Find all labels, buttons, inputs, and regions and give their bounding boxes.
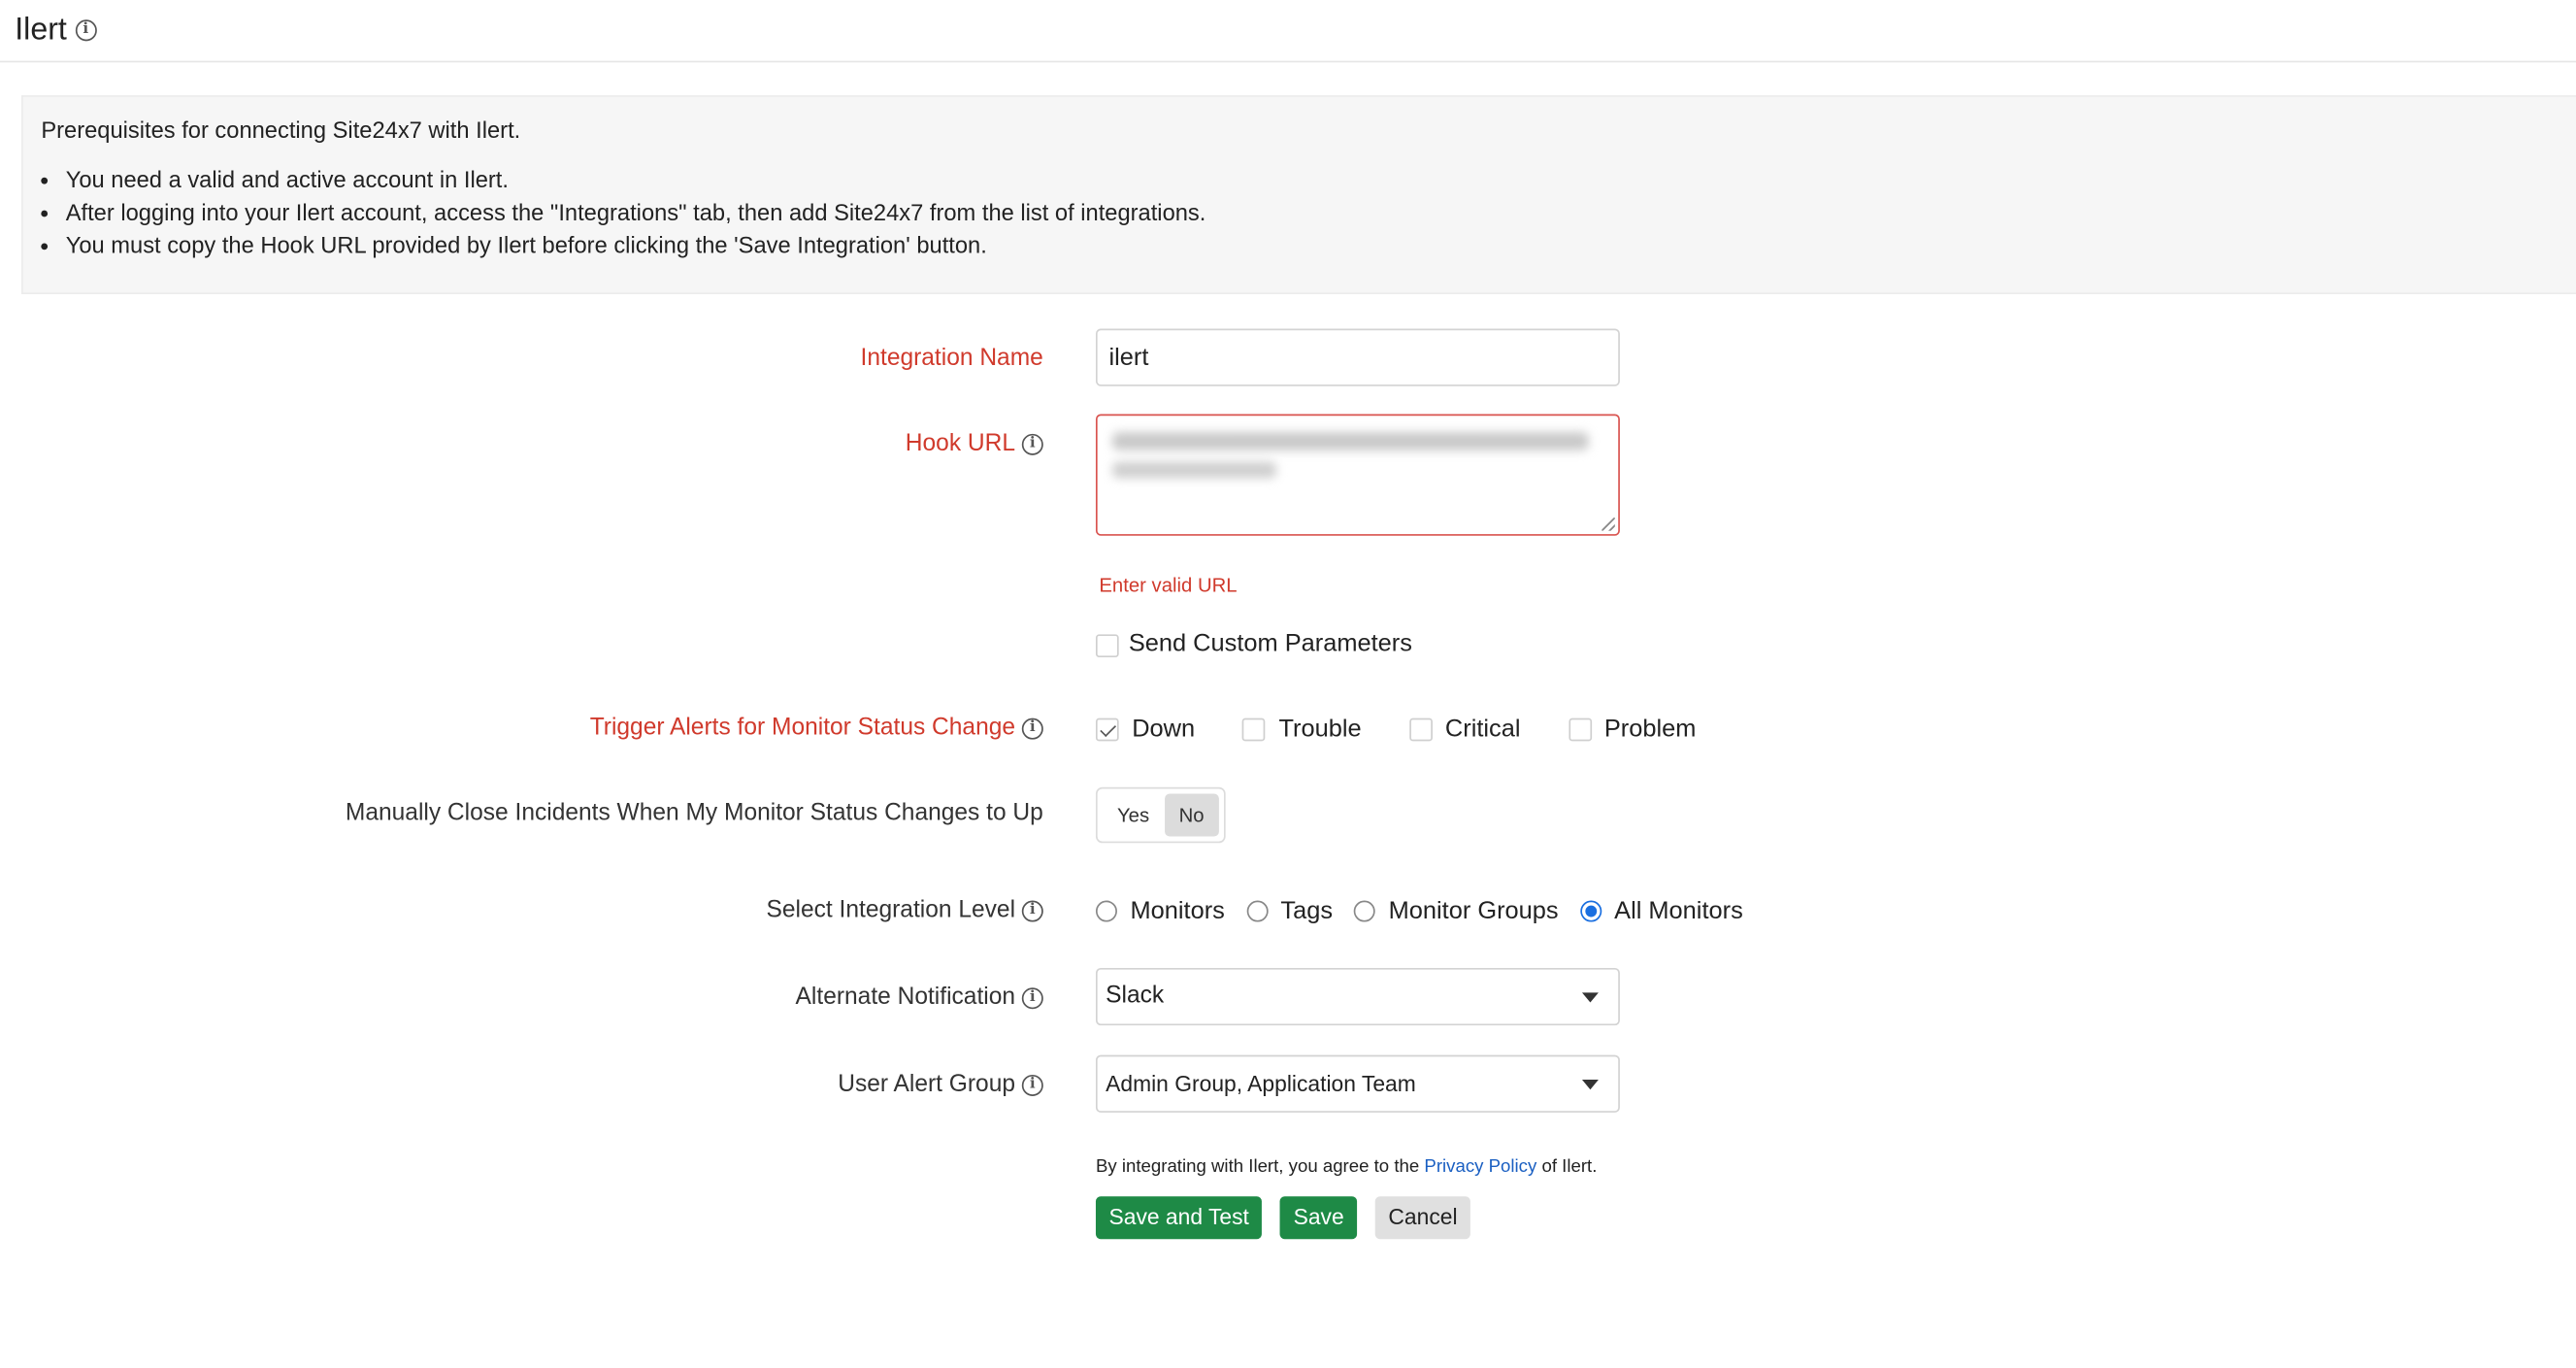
info-icon[interactable]: i (1021, 433, 1043, 455)
all-monitors-radio[interactable] (1579, 900, 1602, 922)
redacted-text (1111, 432, 1589, 450)
monitors-radio[interactable] (1095, 900, 1117, 922)
integration-name-input[interactable]: ilert (1095, 328, 1620, 386)
alternate-notification-select[interactable]: Slack (1095, 967, 1620, 1026)
chevron-down-icon (1581, 992, 1599, 1003)
tags-label: Tags (1280, 897, 1334, 925)
monitors-label: Monitors (1130, 897, 1225, 925)
list-item: You must copy the Hook URL provided by I… (66, 228, 1206, 261)
info-icon[interactable]: i (1021, 1074, 1043, 1096)
agreement-prefix: By integrating with Ilert, you agree to … (1095, 1156, 1420, 1177)
level-all-monitors-option[interactable]: All Monitors (1579, 897, 1743, 925)
save-and-test-button[interactable]: Save and Test (1095, 1196, 1263, 1240)
custom-params-label: Send Custom Parameters (1128, 628, 1412, 657)
toggle-yes[interactable]: Yes (1103, 794, 1165, 837)
hook-url-row: Hook URL i (0, 414, 2576, 536)
action-buttons: Save and Test Save Cancel (1095, 1196, 1484, 1240)
info-icon[interactable]: i (75, 19, 97, 42)
info-icon[interactable]: i (1021, 986, 1043, 1009)
agreement-text: By integrating with Ilert, you agree to … (1096, 1157, 1597, 1177)
info-icon[interactable]: i (1021, 717, 1043, 739)
integration-name-label: Integration Name (860, 345, 1043, 372)
all-monitors-label: All Monitors (1614, 897, 1743, 925)
down-checkbox[interactable] (1095, 717, 1119, 741)
alternate-notification-label: Alternate Notification (795, 984, 1016, 1011)
save-button[interactable]: Save (1280, 1196, 1358, 1240)
monitor-groups-label: Monitor Groups (1388, 897, 1559, 925)
agreement-suffix: of Ilert. (1541, 1156, 1598, 1177)
critical-label: Critical (1444, 715, 1521, 744)
toggle-no[interactable]: No (1164, 793, 1219, 837)
user-alert-group-row: User Alert Group i Admin Group, Applicat… (0, 1054, 2576, 1113)
integration-level-label: Select Integration Level (766, 897, 1016, 924)
hook-url-error: Enter valid URL (1099, 573, 1238, 597)
integration-level-options: Monitors Tags Monitor Groups All Monitor… (1095, 897, 1777, 925)
cancel-button[interactable]: Cancel (1374, 1196, 1471, 1240)
trigger-alerts-options: Down Trouble Critical Problem (1095, 715, 1731, 744)
down-label: Down (1132, 715, 1196, 744)
trouble-label: Trouble (1278, 715, 1362, 744)
trigger-down-option[interactable]: Down (1095, 715, 1196, 744)
info-icon[interactable]: i (1021, 899, 1043, 921)
resize-handle-icon[interactable] (1602, 517, 1615, 531)
custom-params-checkbox[interactable] (1095, 634, 1119, 658)
trouble-checkbox[interactable] (1242, 717, 1266, 741)
prerequisites-panel: Prerequisites for connecting Site24x7 wi… (21, 95, 2576, 294)
tags-radio[interactable] (1245, 900, 1268, 922)
page-title: Ilert (15, 12, 67, 48)
problem-label: Problem (1603, 715, 1697, 744)
alternate-notification-row: Alternate Notification i Slack (0, 967, 2576, 1026)
alternate-notification-label-wrap: Alternate Notification i (796, 984, 1043, 1011)
trigger-trouble-option[interactable]: Trouble (1242, 715, 1362, 744)
chevron-down-icon (1581, 1080, 1599, 1090)
monitor-groups-radio[interactable] (1354, 900, 1376, 922)
privacy-policy-link[interactable]: Privacy Policy (1424, 1157, 1536, 1177)
user-alert-group-label: User Alert Group (838, 1071, 1016, 1098)
user-alert-group-value: Admin Group, Application Team (1106, 1071, 1416, 1096)
list-item: After logging into your Ilert account, a… (66, 195, 1206, 228)
prerequisites-list: You need a valid and active account in I… (23, 163, 1206, 262)
critical-checkbox[interactable] (1408, 717, 1433, 741)
custom-params-option[interactable]: Send Custom Parameters (1095, 628, 1412, 658)
trigger-alerts-label-wrap: Trigger Alerts for Monitor Status Change… (590, 715, 1043, 741)
user-alert-group-select[interactable]: Admin Group, Application Team (1095, 1054, 1620, 1113)
redacted-text (1111, 461, 1277, 479)
user-alert-group-label-wrap: User Alert Group i (838, 1072, 1043, 1098)
page-header: Ilert i (0, 0, 2576, 63)
hook-url-label: Hook URL (905, 430, 1016, 457)
trigger-critical-option[interactable]: Critical (1408, 715, 1521, 744)
problem-checkbox[interactable] (1568, 717, 1592, 741)
prerequisites-heading: Prerequisites for connecting Site24x7 wi… (41, 117, 521, 144)
trigger-problem-option[interactable]: Problem (1568, 715, 1697, 744)
level-monitor-groups-option[interactable]: Monitor Groups (1354, 897, 1559, 925)
level-tags-option[interactable]: Tags (1245, 897, 1334, 925)
alternate-notification-value: Slack (1106, 983, 1165, 1010)
manual-close-toggle: Yes No (1095, 786, 1226, 844)
integration-page: Ilert i Prerequisites for connecting Sit… (0, 0, 2576, 1367)
trigger-alerts-label: Trigger Alerts for Monitor Status Change (589, 715, 1016, 742)
hook-url-textarea[interactable] (1095, 414, 1620, 536)
level-monitors-option[interactable]: Monitors (1095, 897, 1225, 925)
hook-url-label-wrap: Hook URL i (905, 430, 1043, 457)
manual-close-label: Manually Close Incidents When My Monitor… (345, 800, 1043, 827)
list-item: You need a valid and active account in I… (66, 163, 1206, 196)
integration-level-label-wrap: Select Integration Level i (767, 897, 1043, 923)
